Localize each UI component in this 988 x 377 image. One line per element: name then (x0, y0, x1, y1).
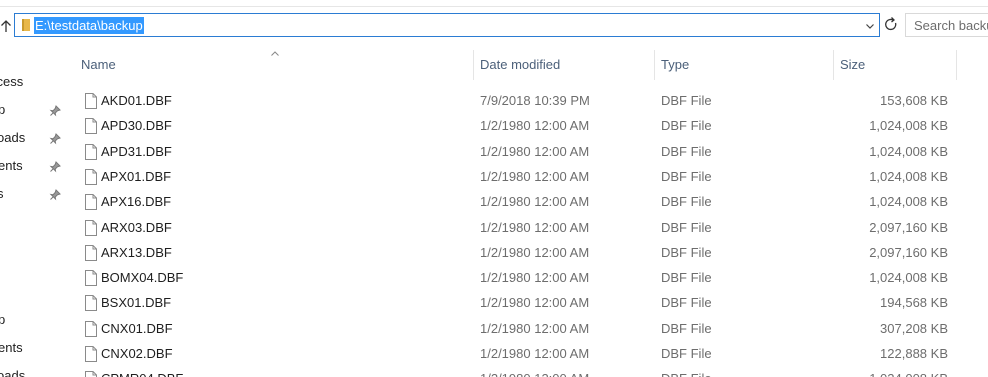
file-size: 1,024,008 KB (869, 118, 948, 134)
file-row[interactable]: CNX01.DBF 1/2/1980 12:00 AM DBF File 307,20… (75, 318, 960, 343)
file-name: BOMX04.DBF (101, 270, 184, 286)
file-size: 1,024,008 KB (869, 270, 948, 286)
file-icon (85, 270, 97, 287)
file-row[interactable]: APD30.DBF 1/2/1980 12:00 AM DBF File 1,024,… (75, 115, 960, 140)
file-type: DBF File (661, 143, 712, 159)
file-name: APD30.DBF (101, 118, 172, 134)
file-date-modified: 1/2/1980 12:00 AM (480, 143, 590, 159)
file-row[interactable]: AKD01.DBF 7/9/2018 10:39 PM DBF File 153,60… (75, 90, 960, 115)
file-size: 122,888 KB (880, 346, 948, 361)
file-row[interactable]: APD31.DBF 1/2/1980 12:00 AM DBF File 1,024,… (75, 141, 960, 166)
file-size: 1,024,008 KB (869, 368, 948, 377)
file-size: 1,024,008 KB (869, 168, 948, 184)
file-date-modified: 1/2/1980 12:00 AM (480, 346, 590, 361)
file-explorer-window: E:\testdata\backup Search backup ccess p… (0, 0, 988, 377)
file-icon (85, 346, 97, 362)
file-type: DBF File (661, 118, 712, 134)
file-name: CNX02.DBF (101, 346, 173, 361)
file-row[interactable]: ARX13.DBF 1/2/1980 12:00 AM DBF File 2,097,… (75, 242, 960, 267)
file-date-modified: 1/2/1980 12:00 AM (480, 219, 590, 235)
file-type: DBF File (661, 270, 712, 286)
file-type: DBF File (661, 219, 712, 235)
file-row[interactable]: CPMR04.DBF 1/2/1980 12:00 AM DBF File 1,024… (75, 368, 960, 377)
file-date-modified: 1/2/1980 12:00 AM (480, 194, 590, 210)
file-icon (85, 143, 97, 160)
file-name: APD31.DBF (101, 143, 172, 159)
file-row[interactable]: ARX03.DBF 1/2/1980 12:00 AM DBF File 2,097,… (75, 217, 960, 242)
file-date-modified: 1/2/1980 12:00 AM (480, 320, 590, 336)
file-type: DBF File (661, 93, 712, 108)
file-row[interactable]: BSX01.DBF 1/2/1980 12:00 AM DBF File 194,56… (75, 292, 960, 317)
file-name: AKD01.DBF (101, 93, 172, 108)
file-type: DBF File (661, 368, 712, 377)
file-icon (85, 244, 97, 261)
file-row[interactable]: APX16.DBF 1/2/1980 12:00 AM DBF File 1,024,… (75, 191, 960, 216)
file-date-modified: 7/9/2018 10:39 PM (480, 93, 590, 108)
file-size: 2,097,160 KB (869, 244, 948, 260)
file-type: DBF File (661, 346, 712, 361)
file-type: DBF File (661, 168, 712, 184)
file-size: 2,097,160 KB (869, 219, 948, 235)
file-row[interactable]: CNX02.DBF 1/2/1980 12:00 AM DBF File 122,88… (75, 343, 960, 368)
file-name: BSX01.DBF (101, 295, 172, 311)
file-size: 194,568 KB (880, 295, 948, 311)
file-date-modified: 1/2/1980 12:00 AM (480, 270, 590, 286)
file-icon (85, 371, 97, 377)
file-row[interactable]: BOMX04.DBF 1/2/1980 12:00 AM DBF File 1,024… (75, 267, 960, 292)
file-row[interactable]: APX01.DBF 1/2/1980 12:00 AM DBF File 1,024,… (75, 166, 960, 191)
file-icon (85, 295, 97, 312)
file-icon (85, 168, 97, 185)
file-icon (85, 219, 97, 236)
file-size: 1,024,008 KB (869, 143, 948, 159)
file-icon (85, 93, 97, 109)
file-size: 307,208 KB (880, 320, 948, 336)
file-type: DBF File (661, 320, 712, 336)
file-icon (85, 320, 97, 337)
file-name: CNX01.DBF (101, 320, 173, 336)
file-date-modified: 1/2/1980 12:00 AM (480, 244, 590, 260)
file-name: APX01.DBF (101, 168, 172, 184)
file-name: APX16.DBF (101, 194, 172, 210)
file-size: 1,024,008 KB (869, 194, 948, 210)
file-date-modified: 1/2/1980 12:00 AM (480, 368, 589, 377)
file-name: ARX03.DBF (101, 219, 172, 235)
file-list: AKD01.DBF 7/9/2018 10:39 PM DBF File 153,60… (0, 0, 988, 377)
file-icon (85, 118, 97, 135)
file-type: DBF File (661, 194, 712, 210)
file-type: DBF File (661, 244, 712, 260)
file-size: 153,608 KB (880, 93, 948, 108)
file-name: CPMR04.DBF (101, 368, 183, 377)
file-date-modified: 1/2/1980 12:00 AM (480, 118, 590, 134)
file-icon (85, 194, 97, 211)
file-type: DBF File (661, 295, 712, 311)
file-date-modified: 1/2/1980 12:00 AM (480, 168, 590, 184)
file-date-modified: 1/2/1980 12:00 AM (480, 295, 590, 311)
file-name: ARX13.DBF (101, 244, 172, 260)
